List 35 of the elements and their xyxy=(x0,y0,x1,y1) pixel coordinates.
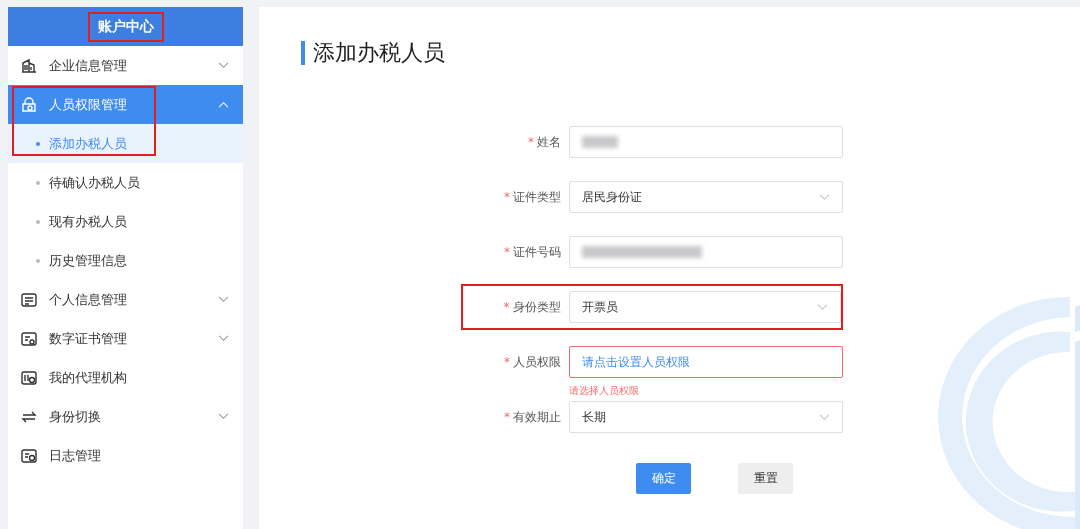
field-label: * 证件类型 xyxy=(503,188,562,206)
chevron-icon xyxy=(819,193,830,201)
menu-item[interactable]: 日志管理 xyxy=(8,436,243,475)
card-icon xyxy=(20,290,38,309)
certificate-icon xyxy=(20,329,38,348)
menu-item[interactable]: 我的代理机构 xyxy=(8,358,243,397)
select-field[interactable]: 长期 xyxy=(569,401,843,433)
field-label: * 姓名 xyxy=(527,133,562,151)
menu-item[interactable]: 企业信息管理 xyxy=(8,46,243,85)
field-label: * 人员权限 xyxy=(503,353,562,371)
reset-button[interactable]: 重置 xyxy=(738,463,793,494)
menu-item[interactable]: 个人信息管理 xyxy=(8,280,243,319)
sidebar-title: 账户中心 xyxy=(87,11,164,42)
chevron-icon xyxy=(819,413,830,421)
menu-item[interactable]: 数字证书管理 xyxy=(8,319,243,358)
select-field[interactable]: 开票员 xyxy=(568,291,841,323)
input-field[interactable] xyxy=(569,236,843,268)
input-field[interactable] xyxy=(569,126,843,158)
user-lock-icon xyxy=(20,95,38,114)
field-label: * 身份类型 xyxy=(502,298,562,316)
menu-item[interactable]: 身份切换 xyxy=(8,397,243,436)
log-icon xyxy=(20,446,38,465)
field-label: * 证件号码 xyxy=(503,243,562,261)
page-title: 添加办税人员 xyxy=(301,41,445,65)
blurred-value xyxy=(582,136,618,148)
submenu-item[interactable]: 待确认办税人员 xyxy=(8,163,243,202)
permission-picker[interactable]: 请点击设置人员权限 xyxy=(569,346,843,378)
chevron-icon xyxy=(817,303,828,311)
submenu-item[interactable]: 现有办税人员 xyxy=(8,202,243,241)
agency-icon xyxy=(20,368,38,387)
submenu-item[interactable]: 历史管理信息 xyxy=(8,241,243,280)
building-icon xyxy=(20,56,38,75)
field-label: * 有效期止 xyxy=(503,408,562,426)
select-field[interactable]: 居民身份证 xyxy=(569,181,843,213)
error-message: 请选择人员权限 xyxy=(569,384,639,398)
